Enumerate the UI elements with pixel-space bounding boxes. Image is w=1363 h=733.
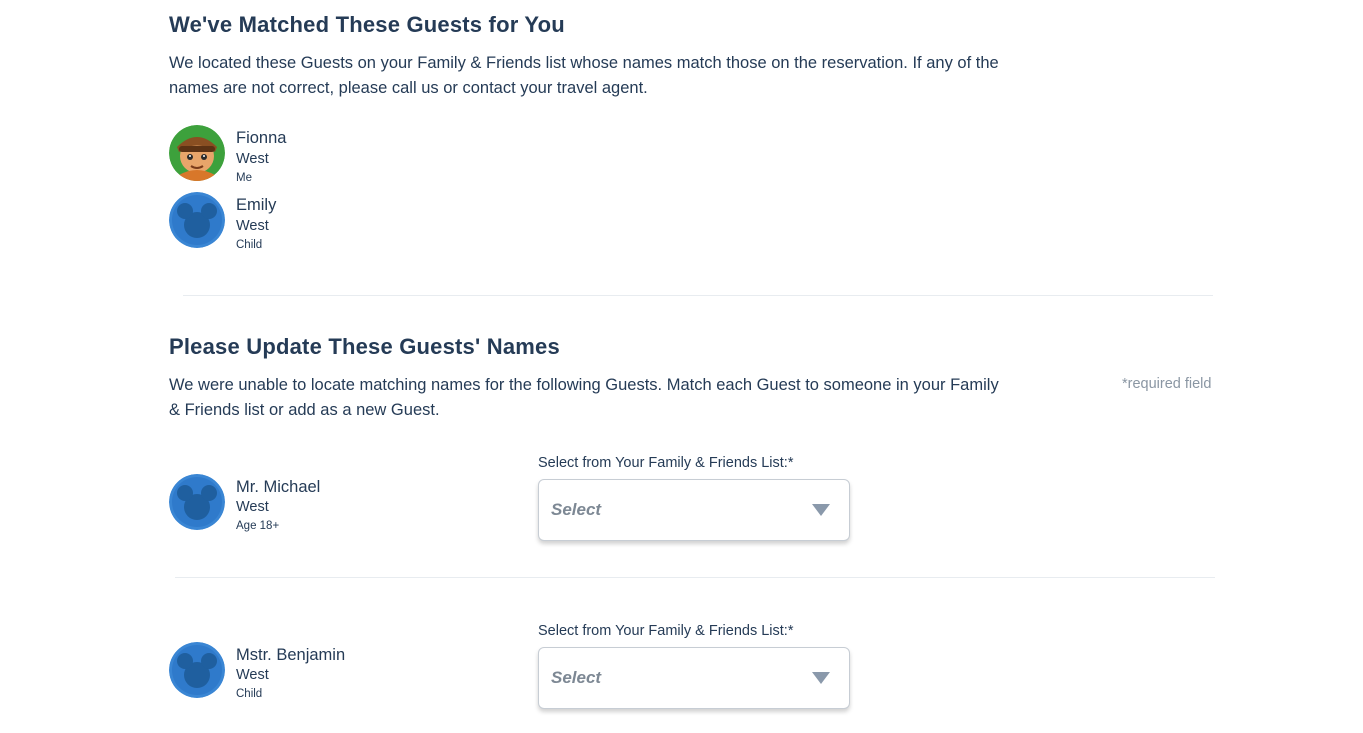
select-placeholder: Select (551, 500, 602, 519)
guest-divider (175, 577, 1215, 578)
guest-last-name: West (236, 499, 269, 515)
guest-relation: Child (236, 688, 263, 700)
guest-relation: Me (236, 172, 252, 184)
dropdown-caret-icon (812, 504, 830, 516)
update-section-description: We were unable to locate matching names … (169, 376, 999, 419)
mickey-avatar-icon (169, 474, 225, 530)
guest-last-name: West (236, 151, 269, 167)
update-guest-michael: Mr. Michael West Age 18+ (169, 474, 489, 532)
guest-relation: Child (236, 239, 263, 251)
guest-first-name: Mr. Michael (236, 478, 321, 496)
guest-first-name: Mstr. Benjamin (236, 646, 346, 664)
mickey-avatar-icon (169, 642, 225, 698)
family-friends-select-benjamin[interactable]: Select (538, 647, 850, 709)
matched-section-description: We located these Guests on your Family &… (169, 54, 999, 97)
guest-first-name: Emily (236, 196, 277, 214)
character-avatar-icon (169, 125, 225, 181)
matched-section-title: We've Matched These Guests for You (169, 12, 565, 37)
select-placeholder: Select (551, 668, 602, 687)
mickey-avatar-icon (169, 192, 225, 248)
update-section-title: Please Update These Guests' Names (169, 334, 560, 359)
dropdown-caret-icon (812, 672, 830, 684)
page: We've Matched These Guests for You We lo… (0, 0, 1363, 733)
family-friends-select-label: Select from Your Family & Friends List:* (538, 455, 794, 471)
family-friends-select-michael[interactable]: Select (538, 479, 850, 541)
update-guest-benjamin: Mstr. Benjamin West Child (169, 642, 489, 700)
guest-last-name: West (236, 218, 269, 234)
guest-first-name: Fionna (236, 129, 287, 147)
section-divider (183, 295, 1213, 296)
guest-relation: Age 18+ (236, 520, 280, 532)
matched-guest-fionna: Fionna West Me (169, 125, 489, 184)
family-friends-select-label: Select from Your Family & Friends List:* (538, 623, 794, 639)
required-field-note: *required field (1122, 376, 1212, 392)
guest-last-name: West (236, 667, 269, 683)
matched-guest-emily: Emily West Child (169, 192, 489, 251)
